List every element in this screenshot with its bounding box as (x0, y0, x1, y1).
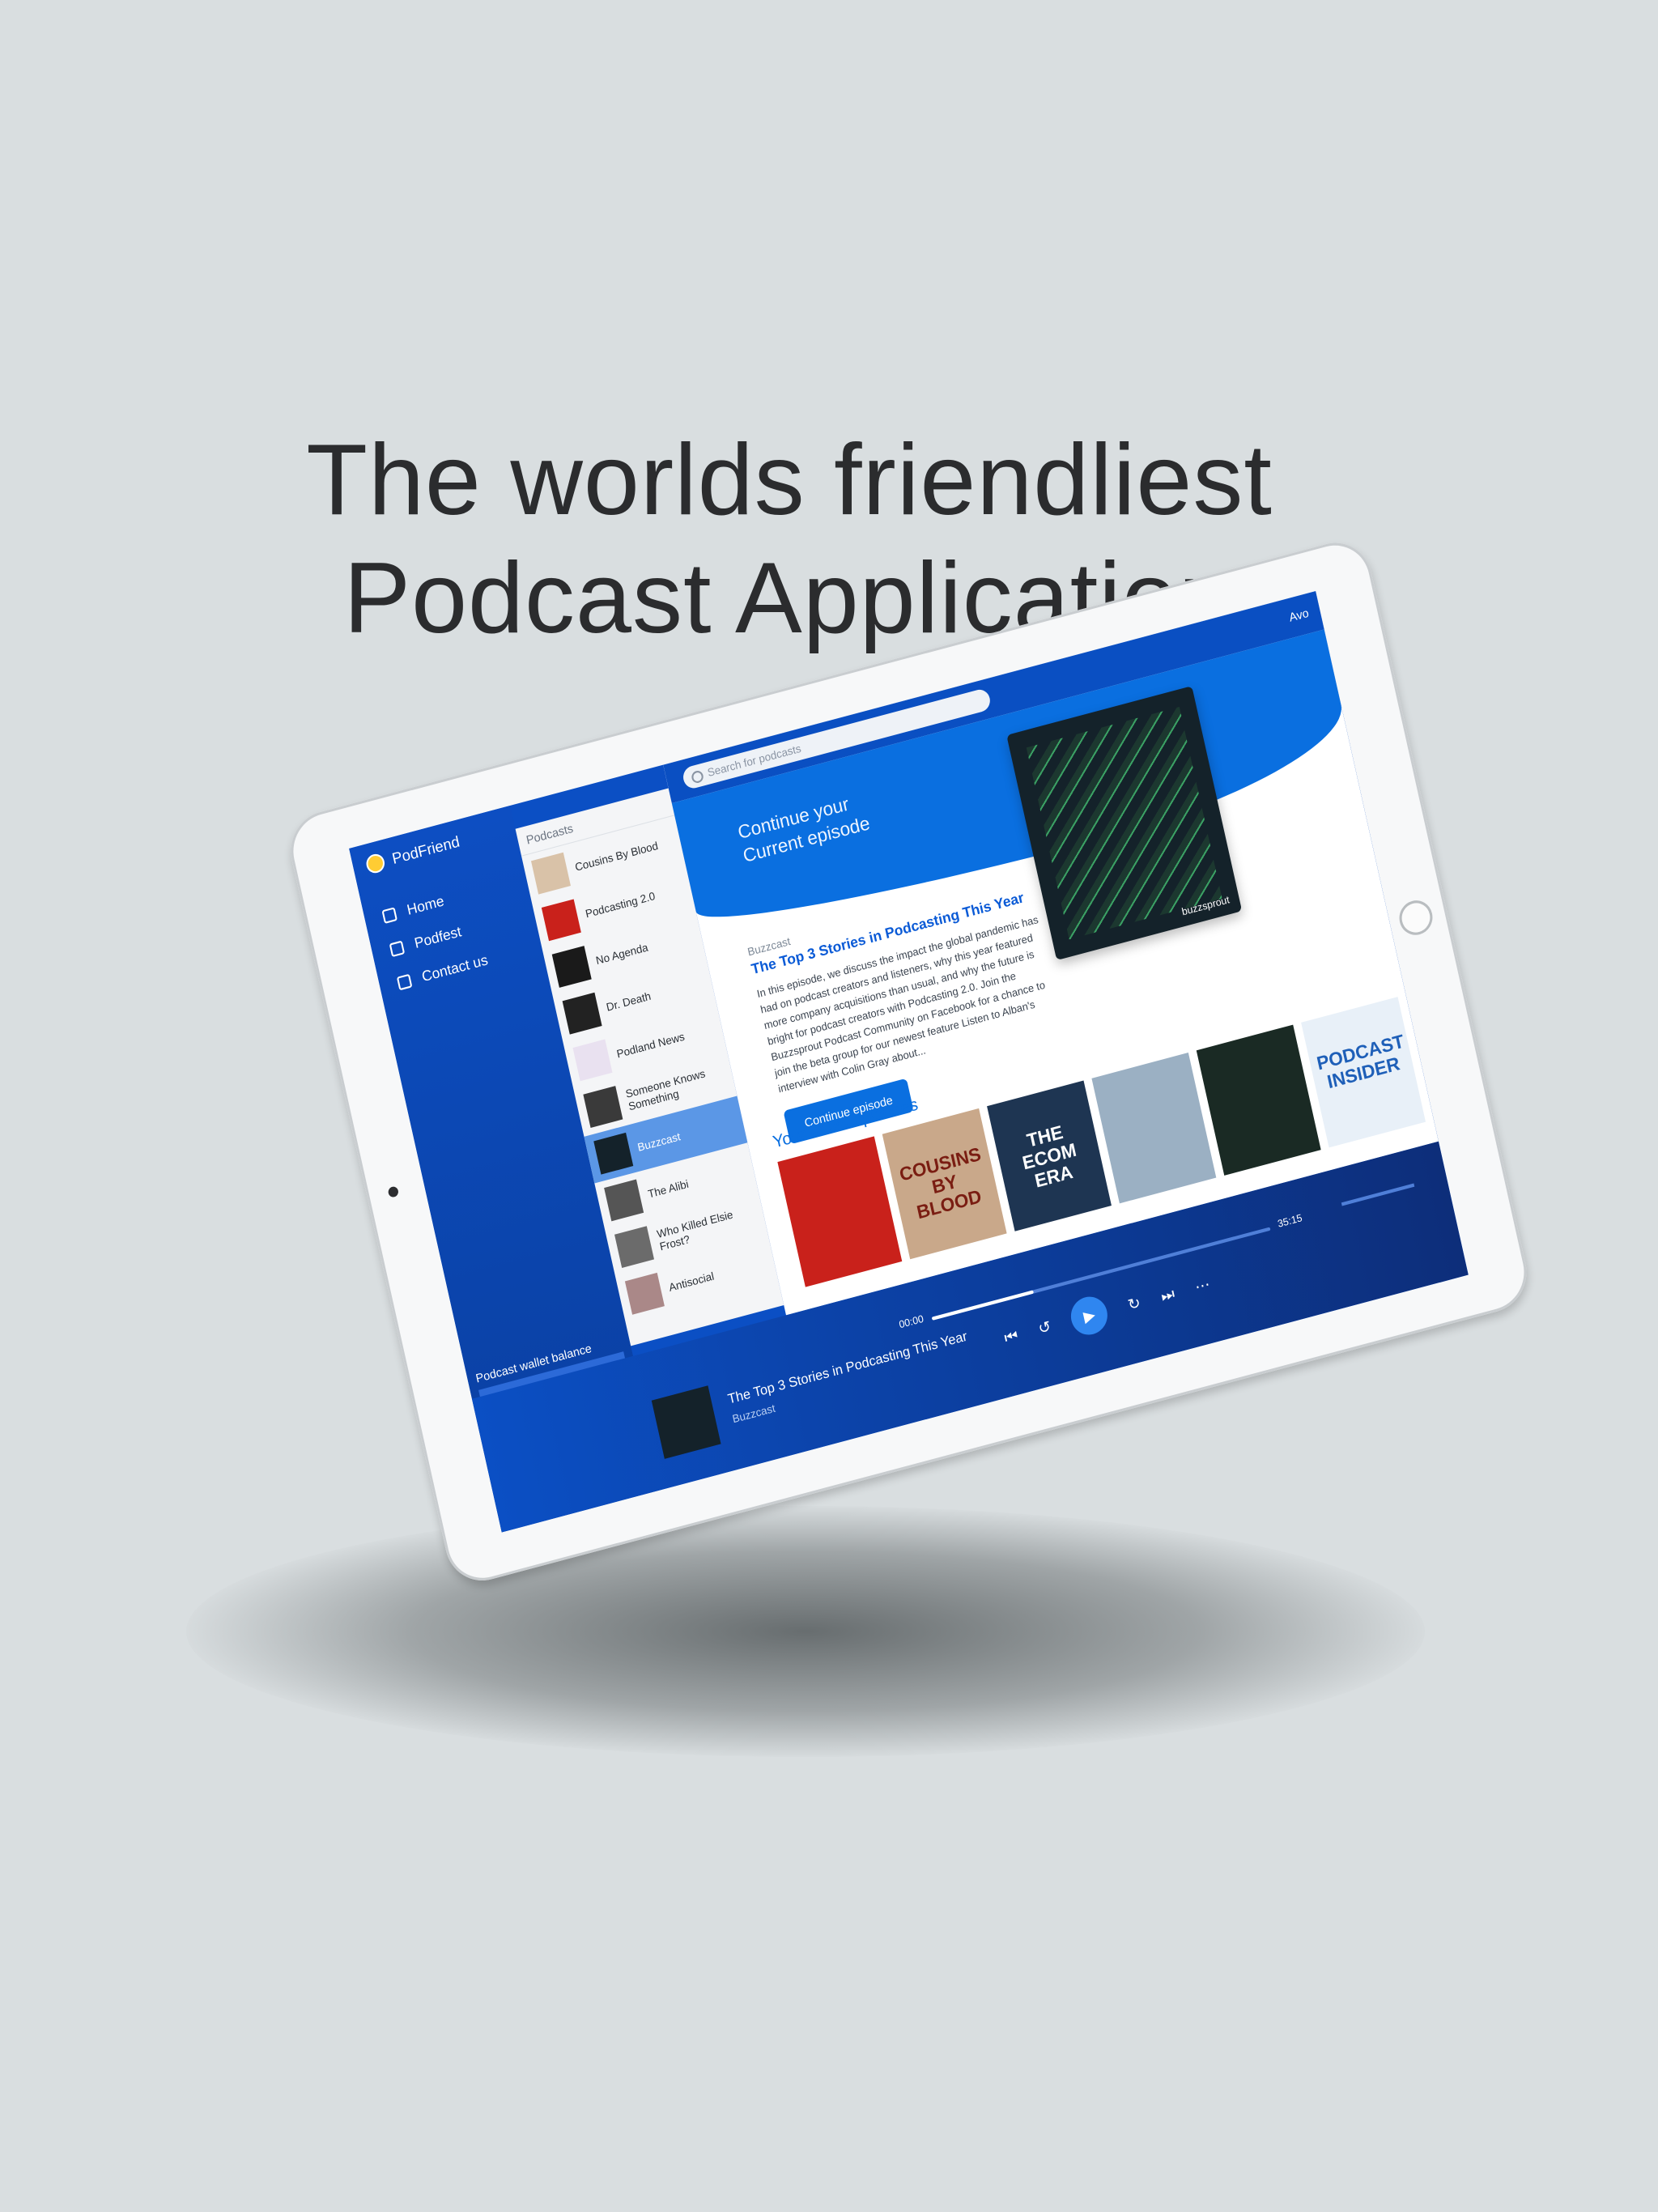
home-icon (381, 907, 398, 924)
tile-label: COUSINS BY BLOOD (897, 1142, 984, 1223)
episode-tile[interactable]: COUSINS BY BLOOD (882, 1108, 1007, 1260)
tile-label (1210, 1060, 1294, 1083)
podcast-thumb (572, 1039, 613, 1082)
podcast-label: The Alibi (646, 1176, 690, 1201)
episode-tile[interactable]: PODCAST INSIDER (1301, 997, 1426, 1148)
next-icon[interactable]: ⏭ (1159, 1284, 1176, 1305)
episode-tile[interactable]: THE ECOM ERA (987, 1080, 1112, 1231)
sidebar-item-label: Podfest (413, 923, 463, 952)
now-playing-cover[interactable] (651, 1385, 721, 1459)
player-controls: ⏮ ↺ ▶ ↻ ⏭ ⋯ (1001, 1266, 1214, 1357)
more-icon[interactable]: ⋯ (1193, 1275, 1212, 1296)
podcast-thumb (530, 852, 571, 895)
tile-label (1106, 1087, 1189, 1110)
podcast-label: Buzzcast (636, 1129, 682, 1154)
now-playing-title[interactable]: The Top 3 Stories in Podcasting This Yea… (727, 1329, 969, 1408)
podcast-label: Cousins By Blood (573, 838, 660, 874)
continue-heading: Continue your Current episode (736, 788, 873, 868)
total-time: 35:15 (1276, 1211, 1303, 1230)
elapsed-time: 00:00 (898, 1312, 925, 1331)
episode-tile[interactable] (777, 1136, 903, 1287)
podcast-label: Antisocial (667, 1269, 716, 1294)
podcast-thumb (583, 1086, 623, 1128)
mail-icon (396, 973, 413, 991)
podcast-label: Podland News (615, 1029, 686, 1061)
play-icon: ▶ (1082, 1305, 1097, 1325)
episode-tile[interactable] (1196, 1024, 1321, 1176)
podcast-label: No Agenda (594, 940, 649, 967)
tile-label (792, 1172, 875, 1194)
episode-tile[interactable] (1091, 1053, 1217, 1204)
previous-icon[interactable]: ⏮ (1002, 1326, 1019, 1347)
podcast-thumb (604, 1179, 644, 1222)
podcast-thumb (562, 992, 602, 1035)
sidebar-item-label: Contact us (420, 951, 490, 985)
play-button[interactable]: ▶ (1067, 1292, 1112, 1339)
podfriend-logo-icon (364, 852, 387, 875)
search-icon (690, 769, 705, 785)
podcast-label: Podcasting 2.0 (584, 888, 657, 921)
device-shadow (186, 1506, 1425, 1757)
tile-label: PODCAST INSIDER (1315, 1030, 1406, 1093)
volume-slider[interactable] (1341, 1183, 1415, 1206)
tablet-mockup: PodFriend Home Podfest Contact us Podcas… (283, 534, 1534, 1589)
bulb-icon (389, 940, 406, 958)
forward-icon[interactable]: ↻ (1126, 1293, 1142, 1314)
sidebar-item-label: Home (405, 892, 446, 919)
podcast-label: Dr. Death (605, 989, 653, 1014)
podcast-thumb (624, 1272, 665, 1315)
rewind-icon[interactable]: ↺ (1036, 1317, 1052, 1338)
app-name: PodFriend (390, 832, 461, 867)
podcast-thumb (593, 1132, 634, 1175)
headline-line-1: The worlds friendliest (306, 424, 1273, 536)
podcast-thumb (551, 946, 592, 988)
app-screen: PodFriend Home Podfest Contact us Podcas… (349, 590, 1469, 1533)
podcast-thumb (614, 1226, 655, 1269)
podcast-thumb (541, 899, 581, 942)
sidebar-nav: Home Podfest Contact us (362, 862, 546, 1006)
user-name[interactable]: Avo (1288, 606, 1310, 624)
tile-label: THE ECOM ERA (1020, 1121, 1078, 1192)
